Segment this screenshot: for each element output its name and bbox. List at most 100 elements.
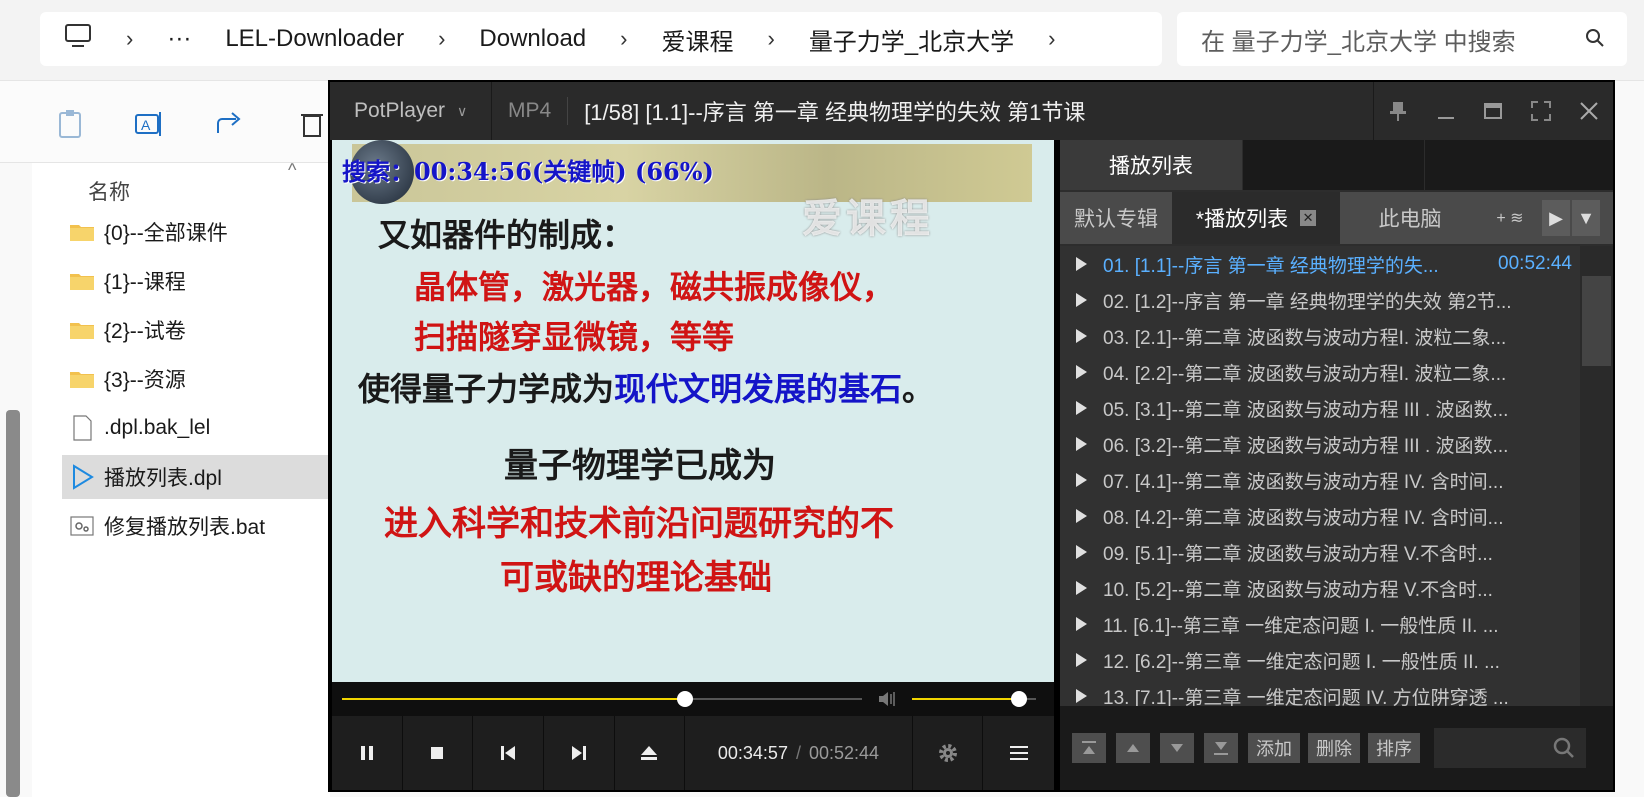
playlist-item[interactable]: 03. [2.1]--第二章 波函数与波动方程I. 波粒二象... (1060, 318, 1580, 354)
chevron-right-icon[interactable]: › (1048, 26, 1055, 52)
delete-icon[interactable] (296, 107, 330, 141)
sort-button[interactable]: 排序 (1368, 733, 1420, 763)
breadcrumb-item[interactable]: 爱课程 (661, 22, 733, 57)
search-icon[interactable] (1583, 26, 1607, 50)
stop-button[interactable] (403, 716, 474, 790)
header-tab-empty[interactable] (1242, 140, 1424, 190)
playlist-item[interactable]: 01. [1.1]--序言 第一章 经典物理学的失... 00:52:44 (1060, 246, 1580, 282)
playlist-item[interactable]: 12. [6.2]--第三章 一维定态问题 I. 一般性质 II. ... (1060, 642, 1580, 678)
move-top-button[interactable] (1072, 733, 1106, 763)
stop-icon (431, 747, 444, 759)
playlist-item[interactable]: 07. [4.1]--第二章 波函数与波动方程 IV. 含时间... (1060, 462, 1580, 498)
playlist-item[interactable]: 04. [2.2]--第二章 波函数与波动方程I. 波粒二象... (1060, 354, 1580, 390)
playlist-item-label: 04. [2.2]--第二章 波函数与波动方程I. 波粒二象... (1103, 363, 1507, 385)
tab-default-album[interactable]: 默认专辑 (1060, 192, 1172, 244)
move-top-icon (1082, 741, 1096, 754)
potplayer-menu-button[interactable]: PotPlayer ∨ (330, 82, 492, 140)
maximize-icon[interactable] (1481, 99, 1505, 123)
slide-line: 晶体管，激光器，磁共振成像仪， (414, 268, 895, 306)
close-icon[interactable] (1577, 99, 1601, 123)
file-name: {2}--试卷 (104, 320, 186, 343)
move-down-button[interactable] (1160, 733, 1194, 763)
app-brand: PotPlayer (354, 99, 446, 122)
time-separator: / (795, 742, 801, 763)
add-button[interactable]: 添加 (1248, 733, 1300, 763)
file-row-file[interactable]: .dpl.bak_lel (62, 406, 330, 450)
tab-playlist[interactable]: *播放列表 ✕ (1172, 192, 1340, 244)
playlist-item[interactable]: 11. [6.1]--第三章 一维定态问题 I. 一般性质 II. ... (1060, 606, 1580, 642)
playlist-item[interactable]: 06. [3.2]--第二章 波函数与波动方程 III . 波函数... (1060, 426, 1580, 462)
playlist-item-label: 12. [6.2]--第三章 一维定态问题 I. 一般性质 II. ... (1103, 651, 1500, 673)
breadcrumb-more[interactable]: ··· (167, 25, 191, 53)
close-tab-icon[interactable]: ✕ (1300, 210, 1317, 226)
column-header-name[interactable]: 名称 (88, 176, 130, 206)
player-title-bar[interactable]: PotPlayer ∨ MP4 [1/58] [1.1]--序言 第一章 经典物… (330, 82, 1613, 140)
playlist-footer: 添加 删除 排序 (1060, 706, 1613, 790)
eject-button[interactable] (615, 716, 686, 790)
breadcrumb-item[interactable]: LEL-Downloader (225, 25, 404, 53)
delete-button[interactable]: 删除 (1308, 733, 1360, 763)
file-row-playlist[interactable]: 播放列表.dpl (62, 455, 330, 499)
playlist-item[interactable]: 02. [1.2]--序言 第一章 经典物理学的失效 第2节... (1060, 282, 1580, 318)
pin-icon[interactable] (1386, 99, 1410, 123)
playlist-item[interactable]: 13. [7.1]--第三章 一维定态问题 IV. 方位阱穿透 ... (1060, 678, 1580, 706)
slide-text: 。 (902, 370, 935, 408)
playlist-item[interactable]: 05. [3.1]--第二章 波函数与波动方程 III . 波函数... (1060, 390, 1580, 426)
search-input[interactable]: 在 量子力学_北京大学 中搜索 (1177, 12, 1627, 66)
seek-handle[interactable] (677, 691, 694, 707)
playlist-scrollbar[interactable] (1580, 246, 1613, 706)
this-pc-icon[interactable] (64, 23, 92, 56)
volume-slider[interactable] (912, 691, 1036, 707)
paste-icon[interactable] (54, 107, 88, 141)
playlist-item-label: 03. [2.1]--第二章 波函数与波动方程I. 波粒二象... (1103, 327, 1507, 349)
playlist-item-label: 11. [6.1]--第三章 一维定态问题 I. 一般性质 II. ... (1103, 615, 1499, 637)
playlist-item[interactable]: 09. [5.1]--第二章 波函数与波动方程 V.不含时... (1060, 534, 1580, 570)
file-name: {3}--资源 (104, 369, 186, 392)
menu-button[interactable] (983, 716, 1054, 790)
file-row-folder[interactable]: {2}--试卷 (62, 308, 330, 352)
playlist-items: 01. [1.1]--序言 第一章 经典物理学的失... 00:52:44 02. … (1060, 246, 1580, 706)
share-icon[interactable] (212, 107, 246, 141)
tab-add[interactable]: + ≋ (1480, 192, 1540, 244)
address-bar[interactable]: › ··· LEL-Downloader › Download › 爱课程 › … (40, 12, 1162, 66)
pause-button[interactable] (332, 716, 403, 790)
fullscreen-icon[interactable] (1529, 99, 1553, 123)
volume-handle[interactable] (1010, 691, 1027, 707)
playlist-search-input[interactable] (1434, 728, 1586, 768)
format-label: MP4 (492, 97, 569, 125)
scrollbar[interactable] (6, 410, 20, 797)
scrollbar-thumb[interactable] (1582, 276, 1611, 366)
file-name: 修复播放列表.bat (104, 516, 266, 539)
playlist-panel: 播放列表 默认专辑 *播放列表 ✕ 此电脑 + ≋ ▶ ▼ 01. [1.1]-… (1060, 140, 1613, 790)
playlist-item[interactable]: 08. [4.2]--第二章 波函数与波动方程 IV. 含时间... (1060, 498, 1580, 534)
previous-button[interactable] (473, 716, 544, 790)
seek-track[interactable] (342, 691, 862, 707)
file-row-folder[interactable]: {0}--全部课件 (62, 210, 330, 254)
tab-this-pc[interactable]: 此电脑 (1340, 192, 1480, 244)
time-display: 00:34:57 / 00:52:44 (685, 716, 913, 790)
breadcrumb-item[interactable]: Download (479, 25, 586, 53)
search-icon[interactable] (1552, 736, 1576, 760)
header-tab-empty[interactable] (1424, 140, 1606, 190)
file-row-batch[interactable]: 修复播放列表.bat (62, 504, 330, 548)
playlist-item-label: 02. [1.2]--序言 第一章 经典物理学的失效 第2节... (1103, 291, 1512, 313)
move-up-button[interactable] (1116, 733, 1150, 763)
breadcrumb-item[interactable]: 量子力学_北京大学 (809, 22, 1014, 57)
file-row-folder[interactable]: {1}--课程 (62, 259, 330, 303)
tab-dropdown-button[interactable]: ▼ (1572, 200, 1600, 236)
next-button[interactable] (544, 716, 615, 790)
tab-scroll-right-button[interactable]: ▶ (1542, 200, 1570, 236)
minimize-icon[interactable] (1434, 99, 1458, 123)
video-frame[interactable]: 搜索：00:34:56(关键帧) (66%) 爱课程 又如器件的制成： 晶体管，… (332, 140, 1054, 682)
move-bottom-button[interactable] (1204, 733, 1238, 763)
volume-icon[interactable] (876, 688, 898, 710)
player-controls: 00:34:57 / 00:52:44 (332, 716, 1054, 790)
file-row-folder[interactable]: {3}--资源 (62, 357, 330, 401)
settings-button[interactable] (913, 716, 984, 790)
playlist-item[interactable]: 10. [5.2]--第二章 波函数与波动方程 V.不含时... (1060, 570, 1580, 606)
playlist-title-tab[interactable]: 播放列表 (1060, 140, 1242, 190)
rename-icon[interactable]: A (132, 107, 166, 141)
seek-bar[interactable] (332, 682, 1054, 716)
file-name: {0}--全部课件 (104, 222, 228, 245)
play-triangle-icon (1076, 689, 1087, 703)
